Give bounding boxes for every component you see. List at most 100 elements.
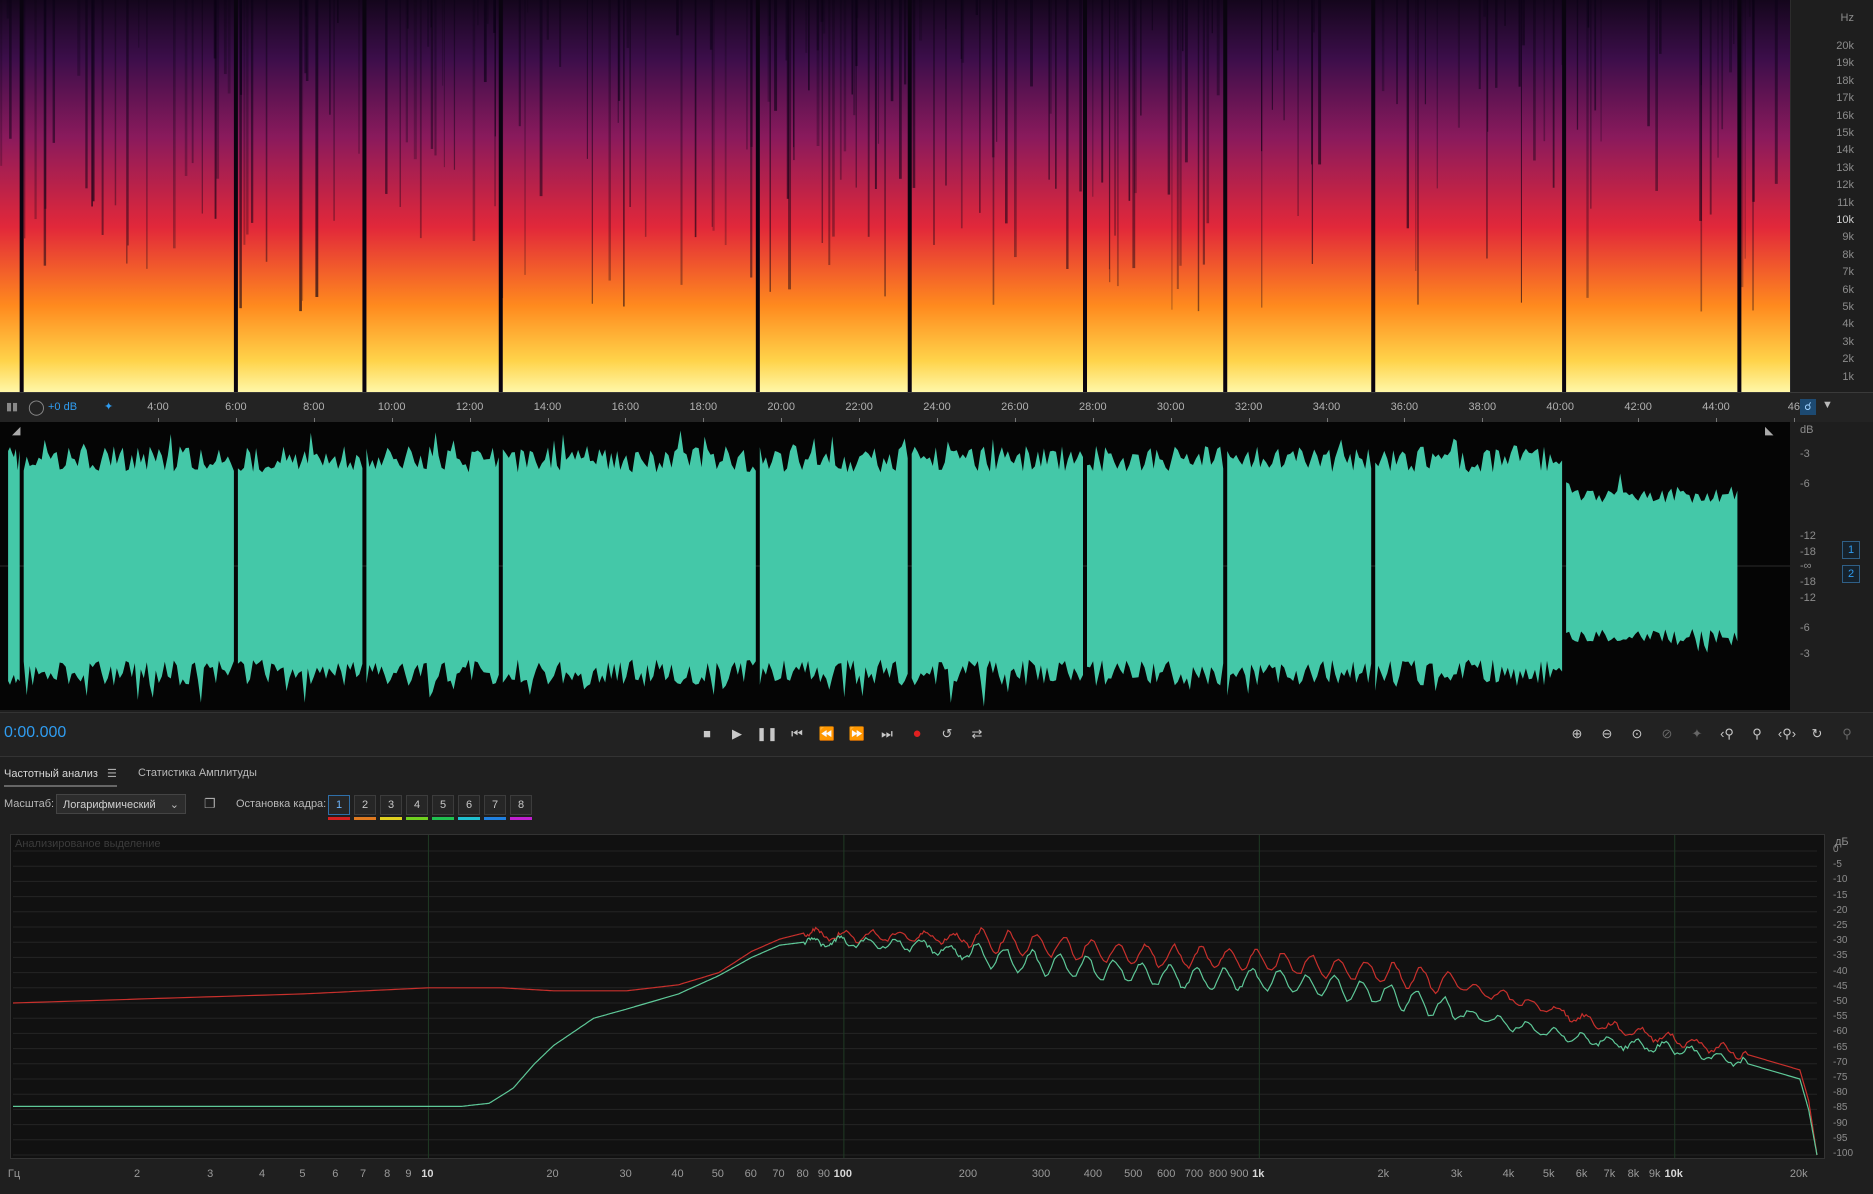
spectrogram-streak: [1030, 0, 1033, 87]
zoom-history-icon[interactable]: ↻: [1805, 723, 1829, 745]
pause-button[interactable]: ❚❚: [755, 723, 779, 745]
panel-menu-icon[interactable]: ☰: [107, 768, 117, 780]
waveform-envelope: [502, 430, 756, 695]
spectrogram-streak: [1049, 0, 1052, 114]
play-button[interactable]: ▶: [725, 723, 749, 745]
spectrogram-streak: [246, 0, 249, 235]
zoom-reset-icon[interactable]: ⊙: [1625, 723, 1649, 745]
frequency-plot[interactable]: Анализированое выделение: [10, 834, 1825, 1159]
spectrogram-streak: [358, 0, 360, 154]
spectrogram-streak: [855, 0, 858, 67]
hold-frame-button[interactable]: 2: [354, 795, 376, 815]
channel-toggle-left-icon[interactable]: ◢: [12, 424, 20, 437]
marker-icon[interactable]: ▼: [1822, 399, 1833, 411]
freq-x-tick-label: 5k: [1542, 1168, 1555, 1180]
waveform-envelope: [911, 439, 1083, 707]
waveform-segment: [8, 447, 20, 685]
zoom-in-time-icon[interactable]: ✦: [1685, 723, 1709, 745]
spectrogram-streak: [191, 0, 194, 164]
tab-amplitude-statistics[interactable]: Статистика Амплитуды: [138, 767, 257, 779]
spectrogram-streak: [329, 0, 331, 115]
spectrogram-streak: [333, 0, 335, 221]
zoom-options-icon[interactable]: ⚲: [1835, 723, 1859, 745]
freq-x-tick-label: 600: [1156, 1168, 1176, 1180]
spectrogram-streak: [1048, 0, 1050, 180]
level-meter-icon[interactable]: ▮▮: [6, 400, 18, 413]
spectrogram-streak: [853, 0, 856, 116]
hold-frame-button[interactable]: 8: [510, 795, 532, 815]
zoom-left-icon[interactable]: ⚲: [1745, 723, 1769, 745]
spectrogram-streak: [216, 0, 220, 179]
zoom-out-amplitude-icon[interactable]: ⊖: [1595, 723, 1619, 745]
time-ruler[interactable]: ▮▮ ◯ +0 dB ✦ 4:00 6:00 8:00 10:00 12:00 14:00…: [0, 392, 1873, 424]
waveform-segment: [23, 434, 234, 703]
scale-dropdown[interactable]: Логарифмический ⌄: [56, 794, 186, 814]
hold-frame-button[interactable]: 4: [406, 795, 428, 815]
hold-frame-button[interactable]: 3: [380, 795, 402, 815]
waveform-db-label: -18: [1800, 546, 1816, 558]
freq-db-label: -10: [1833, 874, 1848, 886]
spectrogram-streak: [591, 0, 593, 304]
spectrogram-gap: [498, 0, 503, 392]
spectrogram-streak: [1647, 0, 1650, 127]
spectral-frequency-display[interactable]: [0, 0, 1790, 392]
spectrogram-streak: [1108, 0, 1110, 270]
zoom-in-amplitude-icon[interactable]: ⊕: [1565, 723, 1589, 745]
rewind-button[interactable]: ⏪: [815, 723, 839, 745]
gain-knob-icon[interactable]: ◯: [28, 398, 45, 416]
go-to-end-button[interactable]: ⏭: [875, 723, 899, 745]
spectrogram-streak: [1717, 0, 1719, 158]
freq-x-tick-label: 90: [817, 1168, 830, 1180]
pin-icon[interactable]: ✦: [104, 400, 113, 413]
fast-forward-button[interactable]: ⏩: [845, 723, 869, 745]
spectrogram-streak: [126, 0, 128, 264]
spectrogram-streak: [884, 0, 886, 297]
time-tick-label: 14:00: [533, 401, 562, 413]
time-tick-label: 8:00: [303, 401, 325, 413]
spectrogram-streak: [1406, 0, 1409, 229]
spectrogram-streak: [1518, 0, 1521, 87]
tab-frequency-analysis[interactable]: Частотный анализ ☰: [4, 767, 117, 787]
spectrogram-streak: [1311, 0, 1314, 264]
spectrogram-streak: [385, 0, 388, 194]
hz-tick-label: 1k: [1842, 370, 1854, 383]
current-time-display[interactable]: 0:00.000: [4, 724, 66, 742]
freq-db-label: -85: [1833, 1102, 1848, 1114]
freq-db-label: -30: [1833, 935, 1848, 947]
waveform-segment: [1227, 439, 1372, 696]
channel-2-toggle[interactable]: 2: [1842, 565, 1860, 583]
hold-frame-button[interactable]: 1: [328, 795, 350, 815]
channel-toggle-right-icon[interactable]: ◣: [1765, 424, 1773, 437]
freq-x-tick-label: 700: [1184, 1168, 1204, 1180]
spectrogram-gap: [1562, 0, 1567, 392]
spectrogram-streak: [243, 0, 246, 245]
spectrogram-streak: [996, 0, 998, 142]
scale-dropdown-value: Логарифмический: [63, 799, 156, 811]
freq-x-tick-label: 80: [796, 1168, 809, 1180]
spectrogram-streak: [793, 0, 795, 148]
hold-frame-button[interactable]: 5: [432, 795, 454, 815]
channel-1-toggle[interactable]: 1: [1842, 541, 1860, 559]
spectrogram-streak: [912, 0, 916, 188]
zoom-right-icon[interactable]: ‹⚲›: [1775, 723, 1799, 745]
spectrogram-streak: [201, 0, 203, 214]
record-button[interactable]: ●: [905, 723, 929, 745]
transport-bar: 0:00.000 ■ ▶ ❚❚ ⏮ ⏪ ⏩ ⏭ ● ↺ ⇄ ⊕ ⊖ ⊙ ⊘ ✦ …: [0, 712, 1873, 757]
hold-frame-button[interactable]: 6: [458, 795, 480, 815]
spectrogram-streak: [1171, 0, 1173, 310]
spectrogram-streak: [960, 0, 963, 59]
spectrogram-streak: [822, 0, 826, 34]
spectrogram-streak: [1478, 0, 1481, 90]
loop-button[interactable]: ↺: [935, 723, 959, 745]
gain-readout[interactable]: +0 dB: [48, 401, 77, 413]
go-to-start-button[interactable]: ⏮: [785, 723, 809, 745]
waveform-display[interactable]: ◢ ◣: [0, 422, 1790, 710]
copy-icon[interactable]: ❐: [204, 796, 216, 812]
stop-button[interactable]: ■: [695, 723, 719, 745]
hold-frame-button[interactable]: 7: [484, 795, 506, 815]
zoom-out-full-icon[interactable]: ⊘: [1655, 723, 1679, 745]
headphone-icon[interactable]: ☌: [1800, 399, 1816, 415]
skip-selection-button[interactable]: ⇄: [965, 723, 989, 745]
zoom-selection-icon[interactable]: ‹⚲: [1715, 723, 1739, 745]
freq-x-tick-label: 20k: [1789, 1168, 1808, 1180]
